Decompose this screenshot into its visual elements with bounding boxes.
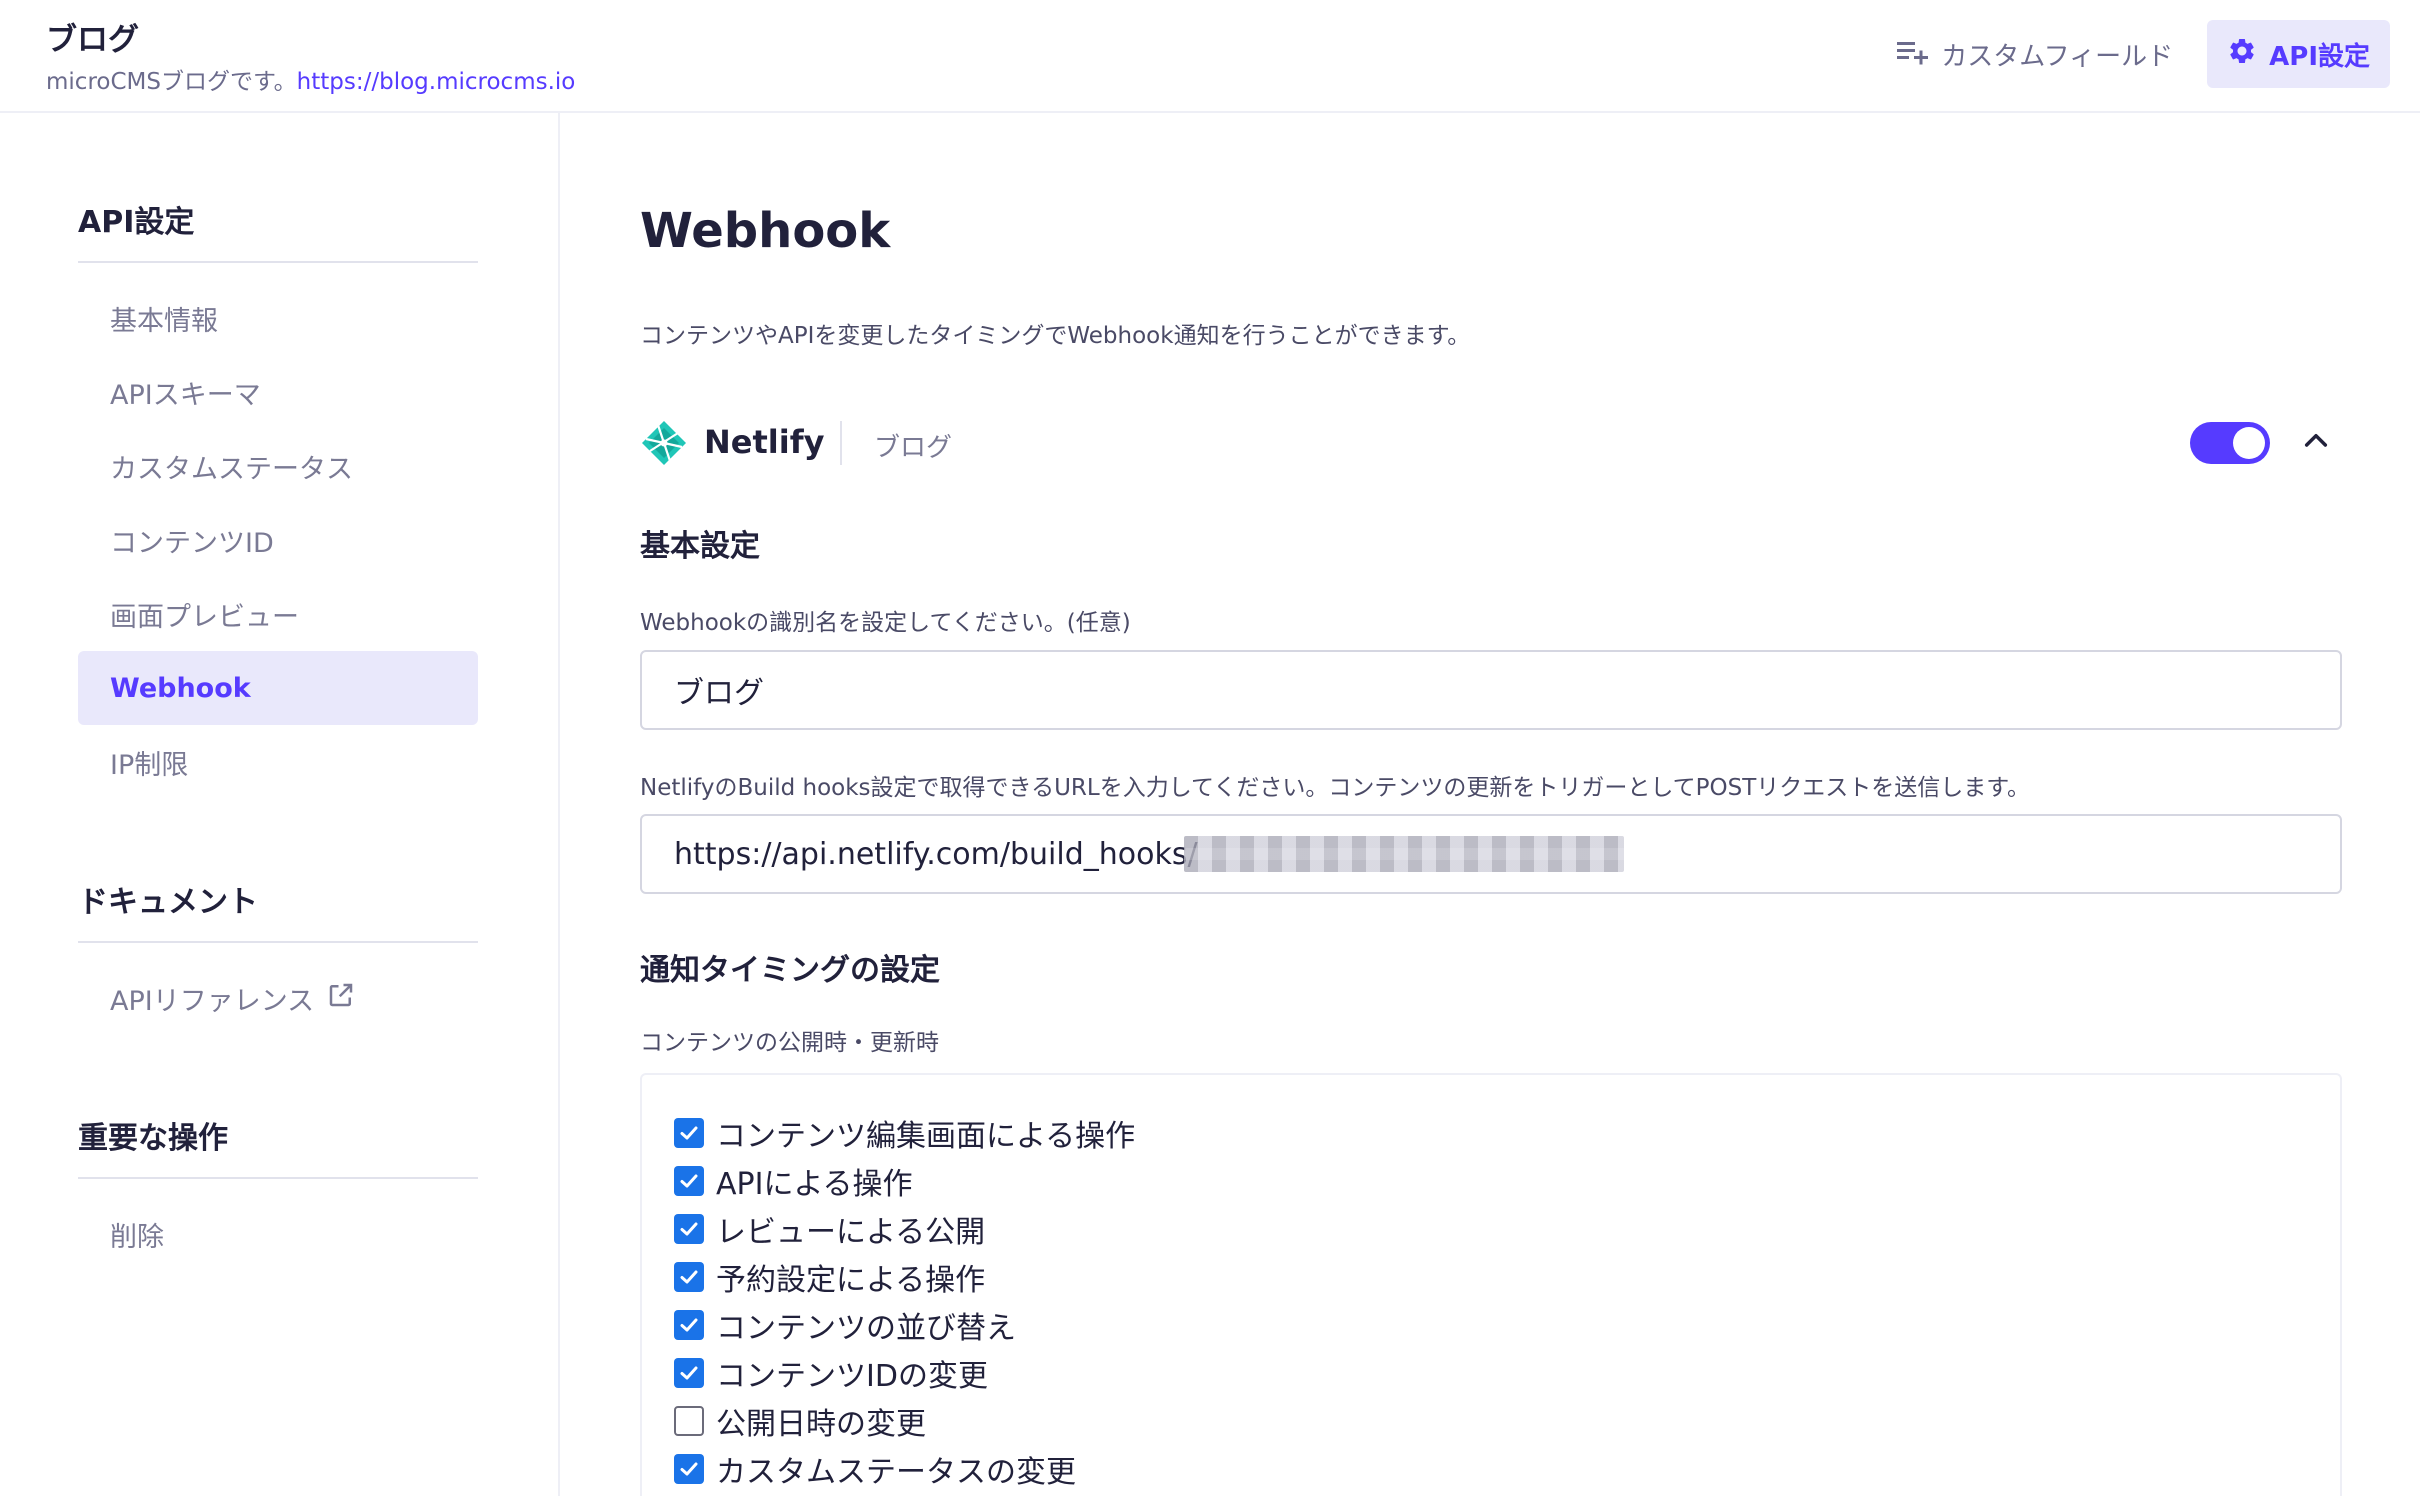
- webhook-service-row: Netlify ブログ: [640, 413, 2340, 473]
- custom-field-button[interactable]: カスタムフィールド: [1897, 36, 2173, 73]
- sidebar-item-api-reference[interactable]: APIリファレンス: [78, 961, 478, 1035]
- timing-option-scheduled[interactable]: 予約設定による操作: [674, 1253, 1135, 1301]
- sidebar-list: 基本情報 APIスキーマ カスタムステータス コンテンツID 画面プレビュー W…: [78, 281, 478, 799]
- timing-option-content-editor[interactable]: コンテンツ編集画面による操作: [674, 1109, 1135, 1157]
- timing-option-label: コンテンツIDの変更: [716, 1359, 988, 1394]
- sidebar-list: 削除: [78, 1197, 478, 1271]
- timing-option-api[interactable]: APIによる操作: [674, 1157, 1135, 1205]
- list-add-icon: [1897, 37, 1929, 72]
- sidebar: API設定 基本情報 APIスキーマ カスタムステータス コンテンツID 画面プ…: [0, 113, 560, 1496]
- timing-options-panel: コンテンツ編集画面による操作 APIによる操作レビューによる公開 予約設定による操作…: [640, 1073, 2342, 1496]
- webhook-enable-toggle[interactable]: [2190, 422, 2270, 464]
- api-title: ブログ: [46, 22, 139, 58]
- sidebar-item-screen-preview[interactable]: 画面プレビュー: [78, 577, 478, 651]
- timing-options-list: コンテンツ編集画面による操作 APIによる操作レビューによる公開 予約設定による操作…: [674, 1109, 1135, 1493]
- service-label: ブログ: [874, 433, 953, 463]
- api-description: microCMSブログです。https://blog.microcms.io: [46, 62, 575, 96]
- gear-icon: [2227, 36, 2257, 73]
- sidebar-item-webhook[interactable]: Webhook: [78, 651, 478, 725]
- webhook-url-field: [640, 814, 2342, 894]
- timing-option-custom-status-change[interactable]: カスタムステータスの変更: [674, 1445, 1135, 1493]
- redacted-token: [1184, 836, 1624, 872]
- api-settings-button[interactable]: API設定: [2207, 20, 2390, 88]
- checkbox-checked-icon[interactable]: [674, 1214, 704, 1244]
- webhook-name-input[interactable]: [640, 650, 2342, 730]
- app-window: ブログ microCMSブログです。https://blog.microcms.…: [0, 0, 2420, 1496]
- webhook-name-label: Webhookの識別名を設定してください。(任意): [640, 610, 1131, 636]
- external-link-icon: [326, 980, 356, 1017]
- sidebar-item-api-schema[interactable]: APIスキーマ: [78, 355, 478, 429]
- sidebar-heading: ドキュメント: [78, 877, 478, 943]
- sidebar-item-ip-restriction[interactable]: IP制限: [78, 725, 478, 799]
- timing-option-review-publish[interactable]: レビューによる公開: [674, 1205, 1135, 1253]
- sidebar-item-content-id[interactable]: コンテンツID: [78, 503, 478, 577]
- sidebar-section-documents: ドキュメント APIリファレンス: [78, 877, 478, 1035]
- sidebar-section-danger: 重要な操作 削除: [78, 1113, 478, 1271]
- timing-option-label: カスタムステータスの変更: [716, 1455, 1076, 1490]
- sidebar-heading: 重要な操作: [78, 1113, 478, 1179]
- sidebar-heading: API設定: [78, 197, 478, 263]
- timing-option-label: 予約設定による操作: [716, 1263, 986, 1298]
- sidebar-item-label: APIリファレンス: [110, 985, 315, 1017]
- page-description: コンテンツやAPIを変更したタイミングでWebhook通知を行うことができます。: [640, 323, 1471, 349]
- api-description-text: microCMSブログです。: [46, 69, 297, 95]
- divider: [840, 421, 842, 465]
- webhook-url-label: NetlifyのBuild hooks設定で取得できるURLを入力してください。…: [640, 775, 2030, 801]
- timing-option-label: コンテンツの並び替え: [716, 1311, 1016, 1346]
- sidebar-item-custom-status[interactable]: カスタムステータス: [78, 429, 478, 503]
- header: ブログ microCMSブログです。https://blog.microcms.…: [0, 0, 2420, 113]
- api-settings-label: API設定: [2269, 41, 2370, 72]
- sidebar-section-api-settings: API設定 基本情報 APIスキーマ カスタムステータス コンテンツID 画面プ…: [78, 197, 478, 799]
- checkbox-checked-icon[interactable]: [674, 1310, 704, 1340]
- checkbox-checked-icon[interactable]: [674, 1454, 704, 1484]
- checkbox-checked-icon[interactable]: [674, 1166, 704, 1196]
- timing-option-label: レビューによる公開: [716, 1215, 986, 1250]
- toggle-knob: [2233, 427, 2265, 459]
- sidebar-list: APIリファレンス: [78, 961, 478, 1035]
- checkbox-checked-icon[interactable]: [674, 1118, 704, 1148]
- netlify-logo-icon: [640, 419, 688, 471]
- api-description-link[interactable]: https://blog.microcms.io: [297, 69, 576, 95]
- chevron-up-icon[interactable]: [2300, 425, 2332, 461]
- basic-settings-heading: 基本設定: [640, 529, 760, 564]
- checkbox-unchecked-icon[interactable]: [674, 1406, 704, 1436]
- service-name: Netlify: [704, 423, 825, 461]
- page-title: Webhook: [640, 203, 891, 259]
- checkbox-checked-icon[interactable]: [674, 1262, 704, 1292]
- timing-option-publish-date-change[interactable]: 公開日時の変更: [674, 1397, 1135, 1445]
- timing-option-content-id-change[interactable]: コンテンツIDの変更: [674, 1349, 1135, 1397]
- sidebar-item-delete[interactable]: 削除: [78, 1197, 478, 1271]
- timing-option-label: APIによる操作: [716, 1167, 913, 1202]
- sidebar-item-basic-info[interactable]: 基本情報: [78, 281, 478, 355]
- timing-option-label: 公開日時の変更: [716, 1407, 926, 1442]
- checkbox-checked-icon[interactable]: [674, 1358, 704, 1388]
- custom-field-label: カスタムフィールド: [1941, 41, 2174, 72]
- publish-update-label: コンテンツの公開時・更新時: [640, 1030, 939, 1056]
- timing-option-reorder[interactable]: コンテンツの並び替え: [674, 1301, 1135, 1349]
- header-actions: カスタムフィールド API設定: [1897, 20, 2390, 88]
- timing-option-label: コンテンツ編集画面による操作: [716, 1119, 1136, 1154]
- notification-timing-heading: 通知タイミングの設定: [640, 953, 940, 988]
